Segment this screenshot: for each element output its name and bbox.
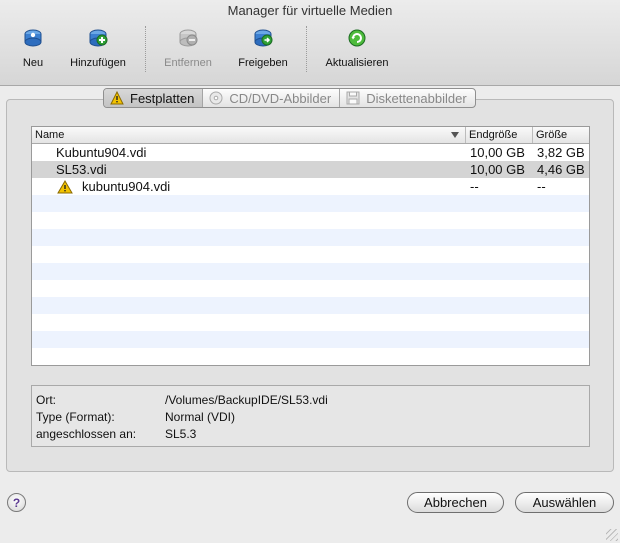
new-button-label: Neu — [22, 57, 44, 69]
location-value: /Volumes/BackupIDE/SL53.vdi — [165, 393, 328, 407]
media-info-box: Ort: /Volumes/BackupIDE/SL53.vdi Type (F… — [31, 385, 590, 447]
floppy-icon — [346, 91, 360, 105]
window-title: Manager für virtuelle Medien — [227, 3, 393, 18]
refresh-button[interactable]: Aktualisieren — [321, 26, 393, 80]
info-row-attached: angeschlossen an: SL5.3 — [36, 426, 585, 443]
empty-row — [32, 212, 589, 229]
location-label: Ort: — [36, 393, 56, 407]
tab-floppy[interactable]: Diskettenabbilder — [340, 89, 474, 107]
row-name-cell: kubuntu904.vdi — [32, 178, 466, 195]
remove-disk-icon — [176, 26, 200, 50]
add-button[interactable]: Hinzufügen — [65, 26, 131, 80]
table-header: Name Endgröße Größe — [32, 127, 589, 144]
table-row[interactable]: SL53.vdi 10,00 GB 4,46 GB — [32, 161, 589, 178]
release-button-label: Freigeben — [238, 57, 288, 69]
toolbar-separator — [145, 26, 146, 72]
tab-cd-dvd-label: CD/DVD-Abbilder — [229, 90, 332, 106]
tab-hard-disks[interactable]: Festplatten — [104, 89, 204, 107]
remove-button-label: Entfernen — [164, 57, 212, 69]
cancel-button[interactable]: Abbrechen — [407, 492, 504, 513]
tab-hard-disks-label: Festplatten — [130, 90, 195, 106]
media-table: Name Endgröße Größe Kubuntu904.vdi 10,00… — [31, 126, 590, 366]
tab-floppy-label: Diskettenabbilder — [366, 90, 467, 106]
row-size-cell: 3,82 GB — [537, 145, 585, 160]
empty-row — [32, 331, 589, 348]
remove-button[interactable]: Entfernen — [160, 26, 216, 80]
add-disk-icon — [86, 26, 110, 50]
empty-row — [32, 229, 589, 246]
column-header-end-size[interactable]: Endgröße — [466, 127, 533, 143]
info-row-location: Ort: /Volumes/BackupIDE/SL53.vdi — [36, 392, 585, 409]
media-manager-window: Manager für virtuelle Medien Neu Hinzufü… — [0, 0, 620, 543]
row-name-text: kubuntu904.vdi — [82, 179, 171, 194]
empty-row — [32, 280, 589, 297]
resize-grip[interactable] — [606, 529, 618, 541]
column-header-size[interactable]: Größe — [533, 127, 589, 143]
warning-icon — [57, 179, 73, 193]
new-button[interactable]: Neu — [20, 26, 46, 80]
release-button[interactable]: Freigeben — [236, 26, 290, 80]
empty-row — [32, 297, 589, 314]
cd-dvd-icon — [209, 91, 223, 105]
row-name-cell: Kubuntu904.vdi — [56, 145, 147, 160]
row-size-cell: 4,46 GB — [537, 162, 585, 177]
help-button[interactable]: ? — [7, 493, 26, 512]
title-toolbar-area: Manager für virtuelle Medien Neu Hinzufü… — [0, 0, 620, 86]
refresh-button-label: Aktualisieren — [325, 57, 389, 69]
new-disk-icon — [21, 26, 45, 50]
attached-label: angeschlossen an: — [36, 427, 137, 441]
table-row[interactable]: kubuntu904.vdi -- -- — [32, 178, 589, 195]
table-body: Kubuntu904.vdi 10,00 GB 3,82 GB SL53.vdi… — [32, 144, 589, 366]
info-row-type: Type (Format): Normal (VDI) — [36, 409, 585, 426]
row-end-size-cell: 10,00 GB — [470, 162, 525, 177]
hard-disk-warning-icon — [110, 91, 124, 105]
empty-row — [32, 195, 589, 212]
refresh-icon — [345, 26, 369, 50]
table-row[interactable]: Kubuntu904.vdi 10,00 GB 3,82 GB — [32, 144, 589, 161]
release-disk-icon — [251, 26, 275, 50]
toolbar-separator — [306, 26, 307, 72]
empty-row — [32, 314, 589, 331]
type-value: Normal (VDI) — [165, 410, 236, 424]
row-size-cell: -- — [537, 179, 546, 194]
attached-value: SL5.3 — [165, 427, 197, 441]
tab-cd-dvd[interactable]: CD/DVD-Abbilder — [203, 89, 341, 107]
empty-row — [32, 263, 589, 280]
sort-descending-icon — [451, 132, 459, 138]
toolbar: Neu Hinzufügen Entfernen Freigeben Aktua… — [0, 24, 620, 82]
add-button-label: Hinzufügen — [70, 57, 126, 69]
media-type-tabs: Festplatten CD/DVD-Abbilder Diskettenabb… — [103, 88, 476, 108]
empty-row — [32, 348, 589, 365]
row-name-cell: SL53.vdi — [56, 162, 107, 177]
select-button[interactable]: Auswählen — [515, 492, 614, 513]
column-header-name[interactable]: Name — [32, 127, 466, 143]
row-end-size-cell: 10,00 GB — [470, 145, 525, 160]
type-label: Type (Format): — [36, 410, 115, 424]
empty-row — [32, 365, 589, 366]
empty-row — [32, 246, 589, 263]
row-end-size-cell: -- — [470, 179, 479, 194]
